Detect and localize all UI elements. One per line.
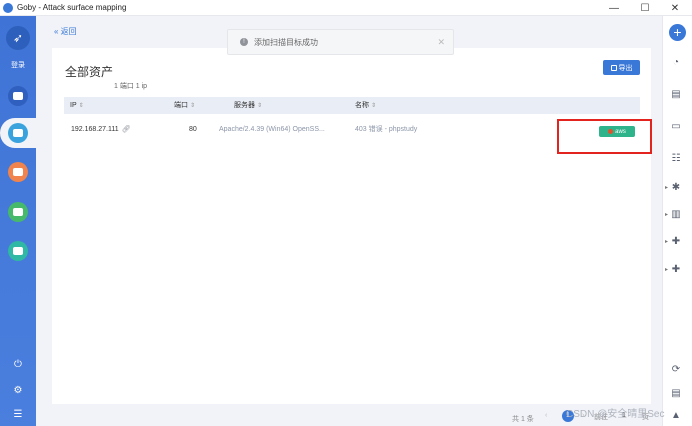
right-sidebar: + ◔ ▤ ▭ ☷ ▸ ✱ ▸ ▥ ▸ ✚ ▸ ✚ ⟳ ▤ ▲ bbox=[662, 16, 692, 426]
bug-icon[interactable]: ✱ bbox=[670, 182, 682, 194]
column-ip[interactable]: IP ⇕ bbox=[70, 97, 84, 114]
bar-chart-icon[interactable]: ▥ bbox=[670, 209, 682, 221]
expand-arrow-icon[interactable]: ▸ bbox=[665, 209, 669, 221]
column-name[interactable]: 名称 ⇕ bbox=[355, 97, 376, 114]
toast-close-icon[interactable]: ✕ bbox=[437, 37, 445, 48]
export-button[interactable]: 导出 bbox=[603, 60, 640, 75]
row-port: 80 bbox=[189, 126, 197, 133]
column-port[interactable]: 端口 ⇕ bbox=[174, 97, 195, 114]
window-title: Goby - Attack surface mapping bbox=[17, 3, 127, 12]
close-window-button[interactable]: ✕ bbox=[660, 0, 690, 16]
monitor-icon[interactable]: ▭ bbox=[670, 121, 682, 133]
expand-arrow-icon[interactable]: ▸ bbox=[665, 182, 669, 194]
menu-icon[interactable]: ☰ bbox=[0, 409, 36, 420]
left-sidebar: ➶ 登录 ⏻ ⚙ ☰ bbox=[0, 16, 36, 426]
success-toast: ! 添加扫描目标成功 ✕ bbox=[227, 29, 454, 55]
list-icon[interactable]: ☷ bbox=[670, 153, 682, 165]
export-label: 导出 bbox=[618, 64, 633, 72]
sidebar-assets-icon[interactable] bbox=[8, 123, 28, 143]
sort-icon: ⇕ bbox=[190, 103, 196, 109]
highlight-annotation bbox=[557, 119, 652, 154]
maximize-button[interactable]: ☐ bbox=[630, 0, 660, 16]
sidebar-plugin-icon[interactable] bbox=[8, 241, 28, 261]
expand-arrow-icon[interactable]: ▸ bbox=[665, 236, 669, 248]
add-scan-button[interactable]: + bbox=[669, 24, 686, 41]
warning-icon[interactable]: ▲ bbox=[670, 410, 682, 422]
asset-summary: 1 端口 1 ip bbox=[114, 83, 148, 90]
gear-icon[interactable]: ⚙ bbox=[0, 385, 36, 396]
sort-icon: ⇕ bbox=[371, 103, 377, 109]
info-icon: ! bbox=[240, 38, 248, 46]
sidebar-report-icon[interactable] bbox=[8, 202, 28, 222]
extension-icon[interactable]: ✚ bbox=[670, 264, 682, 276]
login-link[interactable]: 登录 bbox=[0, 60, 36, 70]
total-count: 共 1 条 bbox=[512, 416, 534, 423]
table-row[interactable]: 192.168.27.111 🔗︎ 80 Apache/2.4.39 (Win64… bbox=[64, 120, 640, 140]
window-titlebar: Goby - Attack surface mapping — ☐ ✕ bbox=[0, 0, 692, 16]
table-header: IP ⇕ 端口 ⇕ 服务器 ⇕ 名称 ⇕ bbox=[64, 97, 640, 114]
row-server: Apache/2.4.39 (Win64) OpenSS... bbox=[219, 126, 325, 133]
row-name: 403 错误 - phpstudy bbox=[355, 126, 418, 133]
sort-icon: ⇕ bbox=[78, 103, 84, 109]
row-ip[interactable]: 192.168.27.111 🔗︎ bbox=[71, 120, 131, 140]
sort-icon: ⇕ bbox=[257, 103, 263, 109]
puzzle-icon[interactable]: ✚ bbox=[670, 236, 682, 248]
back-link[interactable]: « 返回 bbox=[54, 26, 77, 37]
document-icon[interactable]: ▤ bbox=[670, 89, 682, 101]
assets-panel: 全部资产 1 端口 1 ip 导出 IP ⇕ 端口 ⇕ 服务器 ⇕ 名称 ⇕ 192.1… bbox=[52, 48, 651, 404]
column-server[interactable]: 服务器 ⇕ bbox=[234, 97, 262, 114]
watermark: CSDN @安全晴里Sec bbox=[566, 409, 665, 420]
minimize-button[interactable]: — bbox=[599, 0, 629, 16]
sidebar-scan-icon[interactable] bbox=[8, 86, 28, 106]
sidebar-vulnerability-icon[interactable] bbox=[8, 162, 28, 182]
page-title: 全部资产 bbox=[65, 65, 114, 79]
refresh-icon[interactable]: ⟳ bbox=[670, 364, 682, 376]
clock-icon[interactable]: ◔ bbox=[670, 57, 682, 69]
file-icon[interactable]: ▤ bbox=[670, 388, 682, 400]
export-icon bbox=[610, 64, 617, 71]
link-icon[interactable]: 🔗︎ bbox=[122, 126, 131, 133]
toast-message: 添加扫描目标成功 bbox=[254, 37, 318, 47]
expand-arrow-icon[interactable]: ▸ bbox=[665, 264, 669, 276]
goby-brand-icon[interactable]: ➶ bbox=[6, 26, 30, 50]
prev-page-icon[interactable]: ‹ bbox=[545, 412, 547, 419]
power-icon[interactable]: ⏻ bbox=[0, 359, 36, 370]
back-label: 返回 bbox=[60, 27, 77, 36]
goby-logo-icon bbox=[3, 2, 13, 13]
